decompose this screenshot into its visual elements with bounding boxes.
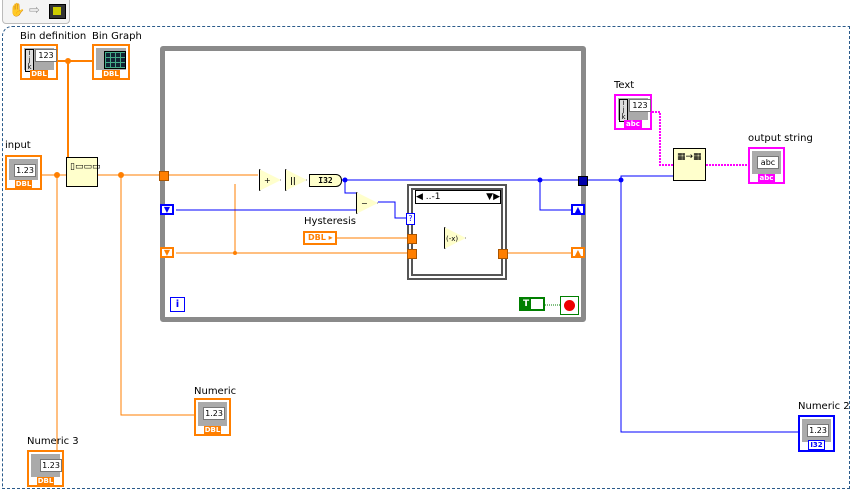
- numeric3-label: Numeric 3: [27, 436, 79, 447]
- bin-graph-terminal[interactable]: DBL: [92, 44, 130, 80]
- numeric-terminal[interactable]: 1.23 DBL: [194, 398, 231, 436]
- stop-condition-icon[interactable]: [560, 296, 579, 315]
- case-selector-terminal: ?: [406, 213, 415, 225]
- text-label: Text: [614, 80, 635, 91]
- numeric2-terminal[interactable]: 1.23 I32: [798, 415, 835, 452]
- case-tunnel-out: [498, 249, 508, 259]
- hysteresis-label: Hysteresis: [304, 216, 356, 227]
- to-i32-node[interactable]: I32: [309, 174, 342, 187]
- loop-tunnel-in: [159, 171, 169, 181]
- format-string-node[interactable]: ▦→▦: [673, 148, 706, 181]
- graph-icon: [104, 51, 126, 69]
- output-string-label: output string: [748, 133, 813, 144]
- case-tunnel-in: [407, 249, 417, 259]
- iteration-terminal: i: [170, 297, 185, 312]
- output-string-terminal[interactable]: abc abc: [748, 147, 785, 184]
- shift-register-left-dbl[interactable]: ▼: [160, 247, 174, 258]
- shift-register-right-i32[interactable]: ▲: [571, 204, 585, 215]
- true-constant[interactable]: T: [519, 297, 545, 311]
- shift-register-right-dbl[interactable]: ▲: [571, 247, 585, 258]
- bin-definition-value: 123: [35, 49, 57, 62]
- histogram-icon: ▯▭▭▭: [70, 162, 101, 172]
- numeric3-terminal[interactable]: 1.23 DBL: [27, 450, 64, 487]
- shift-register-left-i32[interactable]: ▼: [160, 204, 174, 215]
- while-loop[interactable]: [160, 46, 586, 322]
- text-terminal[interactable]: ijk 123 abc: [614, 94, 652, 130]
- case-selector[interactable]: ◀ ..-1 ▼▶: [415, 190, 501, 204]
- bin-graph-label: Bin Graph: [92, 31, 142, 42]
- numeric-label: Numeric: [194, 386, 237, 397]
- case-structure[interactable]: ◀ ..-1 ▼▶: [407, 184, 507, 280]
- hysteresis-control[interactable]: DBL ▸: [303, 231, 337, 245]
- wire-numeric2: [620, 180, 798, 433]
- input-label: input: [5, 140, 31, 151]
- case-tunnel-hysteresis: [407, 234, 417, 244]
- input-terminal[interactable]: 1.23 DBL: [5, 155, 42, 190]
- histogram-subvi[interactable]: ▯▭▭▭: [66, 157, 101, 187]
- numeric2-label: Numeric 2: [798, 401, 850, 412]
- loop-tunnel-out: [578, 176, 588, 186]
- bin-definition-terminal[interactable]: ijk 123 DBL: [20, 44, 58, 80]
- format-icon: ▦→▦: [677, 152, 702, 162]
- bin-definition-label: Bin definition: [20, 31, 87, 42]
